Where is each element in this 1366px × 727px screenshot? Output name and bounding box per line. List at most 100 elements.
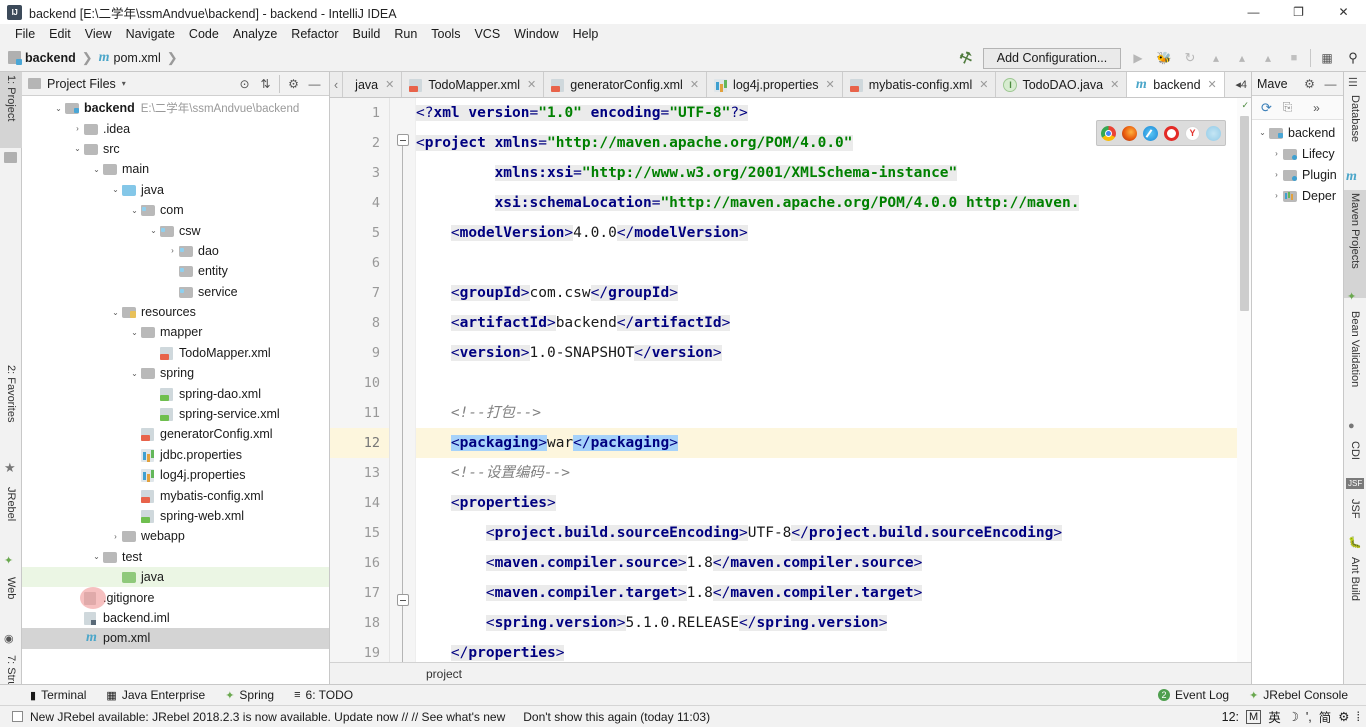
close-icon[interactable]: ✕ xyxy=(1110,78,1119,91)
code-line[interactable] xyxy=(416,368,1237,398)
tree-item-spring[interactable]: ⌄ spring xyxy=(22,363,329,383)
tree-item-src[interactable]: ⌄ src xyxy=(22,139,329,159)
chevron-down-icon[interactable]: ⌄ xyxy=(90,165,103,174)
opera-icon[interactable] xyxy=(1164,125,1179,141)
chrome-icon[interactable] xyxy=(1101,125,1116,141)
flatten-packages-icon[interactable]: ⇅ xyxy=(255,74,276,94)
close-icon[interactable]: ✕ xyxy=(690,78,699,91)
code-line[interactable]: xmlns:xsi="http://www.w3.org/2001/XMLSch… xyxy=(416,158,1237,188)
tab-todomapper-xml[interactable]: TodoMapper.xml ✕ xyxy=(402,72,545,97)
menu-view[interactable]: View xyxy=(78,26,119,42)
dismiss-notification-link[interactable]: Don't show this again (today 11:03) xyxy=(523,710,710,724)
hide-panel-icon[interactable]: — xyxy=(304,74,325,94)
tab-tododao-java[interactable]: I TodoDAO.java ✕ xyxy=(996,72,1128,97)
maven-tree-item-backend[interactable]: ⌄ backend xyxy=(1252,122,1343,143)
ime-simplified-icon[interactable]: 简 xyxy=(1319,707,1332,726)
statusbar-todo[interactable]: ≡ 6: TODO xyxy=(284,688,363,702)
fold-toggle-project[interactable] xyxy=(397,134,409,146)
sidebar-item-cdi[interactable]: CDI xyxy=(1344,438,1366,472)
menu-edit[interactable]: Edit xyxy=(42,26,78,42)
tree-item-backend[interactable]: ⌄ backend E:\二学年\ssmAndvue\backend xyxy=(22,98,329,118)
tree-item--gitignore[interactable]: .gitignore xyxy=(22,586,329,609)
ime-language-indicator[interactable]: 英 xyxy=(1268,707,1281,726)
tree-item-csw[interactable]: ⌄ csw xyxy=(22,220,329,240)
tree-item-entity[interactable]: entity xyxy=(22,261,329,281)
close-icon[interactable]: ✕ xyxy=(385,78,394,91)
ime-more-icon[interactable]: ⁞ xyxy=(1357,710,1360,724)
code-line[interactable] xyxy=(416,248,1237,278)
maven-tree-item-lifecy[interactable]: › Lifecy xyxy=(1252,143,1343,164)
tab-overflow[interactable]: ◂ 4 xyxy=(1231,72,1251,97)
tree-item-spring-dao-xml[interactable]: spring-dao.xml xyxy=(22,383,329,403)
editor-breadcrumb-project[interactable]: project xyxy=(426,667,462,681)
ie-icon[interactable] xyxy=(1206,125,1221,141)
chevron-right-icon[interactable]: › xyxy=(109,532,122,541)
menu-tools[interactable]: Tools xyxy=(424,26,467,42)
statusbar-spring[interactable]: ✦ Spring xyxy=(215,688,284,702)
tree-item-mapper[interactable]: ⌄ mapper xyxy=(22,322,329,342)
hammer-icon[interactable]: ⚒ xyxy=(950,42,983,73)
chevron-right-icon[interactable]: › xyxy=(71,124,84,133)
ime-mode-indicator[interactable]: M xyxy=(1246,709,1262,724)
sidebar-item-ant-build[interactable]: Ant Build xyxy=(1344,554,1366,626)
gear-icon[interactable]: ⚙ xyxy=(283,74,304,94)
code-line[interactable]: <spring.version>5.1.0.RELEASE</spring.ve… xyxy=(416,608,1237,638)
chevron-down-icon[interactable]: ▾ xyxy=(122,79,126,88)
menu-file[interactable]: File xyxy=(8,26,42,42)
more-actions-icon[interactable]: » xyxy=(1306,98,1327,118)
code-line[interactable]: <artifactId>backend</artifactId> xyxy=(416,308,1237,338)
tree-item-log4j-properties[interactable]: log4j.properties xyxy=(22,465,329,485)
code-content[interactable]: <?xml version="1.0" encoding="UTF-8"?> <p… xyxy=(416,98,1237,684)
tree-item-todomapper-xml[interactable]: TodoMapper.xml xyxy=(22,343,329,363)
breadcrumb-file[interactable]: pom.xml xyxy=(114,51,161,65)
chevron-down-icon[interactable]: ⌄ xyxy=(128,369,141,378)
refresh-icon[interactable]: ⟳ xyxy=(1256,98,1277,118)
chevron-down-icon[interactable]: ⌄ xyxy=(71,144,84,153)
code-line[interactable]: <packaging>war</packaging> xyxy=(416,428,1237,458)
code-line[interactable]: <!--打包--> xyxy=(416,398,1237,428)
tab-java[interactable]: java ✕ xyxy=(343,72,403,97)
code-line[interactable]: <properties> xyxy=(416,488,1237,518)
code-line[interactable]: <!--设置编码--> xyxy=(416,458,1237,488)
chevron-down-icon[interactable]: ⌄ xyxy=(147,226,160,235)
menu-vcs[interactable]: VCS xyxy=(467,26,507,42)
close-button[interactable]: ✕ xyxy=(1321,0,1366,24)
editor-vertical-scrollbar[interactable]: ✓ ▾ xyxy=(1237,98,1251,684)
code-line[interactable]: <modelVersion>4.0.0</modelVersion> xyxy=(416,218,1237,248)
chevron-right-icon[interactable]: › xyxy=(1270,149,1283,158)
rerun-icon[interactable]: ↻ xyxy=(1177,46,1203,70)
minimize-button[interactable]: — xyxy=(1231,0,1276,24)
chevron-down-icon[interactable]: ⌄ xyxy=(128,206,141,215)
gear-icon[interactable]: ⚙ xyxy=(1299,74,1320,94)
code-line[interactable]: xsi:schemaLocation="http://maven.apache.… xyxy=(416,188,1237,218)
sidebar-item-jrebel[interactable]: JRebel xyxy=(0,484,22,550)
code-line[interactable]: <project.build.sourceEncoding>UTF-8</pro… xyxy=(416,518,1237,548)
tree-item-spring-service-xml[interactable]: spring-service.xml xyxy=(22,404,329,424)
search-icon[interactable]: ⚲ xyxy=(1340,46,1366,70)
statusbar-event-log[interactable]: 2 Event Log xyxy=(1148,688,1239,702)
tab-generatorconfig-xml[interactable]: generatorConfig.xml ✕ xyxy=(544,72,708,97)
fold-toggle-properties[interactable] xyxy=(397,594,409,606)
stop-icon[interactable]: ■ xyxy=(1281,46,1307,70)
caret-position[interactable]: 12: xyxy=(1222,710,1239,724)
code-line[interactable]: <maven.compiler.source>1.8</maven.compil… xyxy=(416,548,1237,578)
chevron-down-icon[interactable]: ⌄ xyxy=(1256,128,1269,137)
menu-help[interactable]: Help xyxy=(566,26,606,42)
tree-item-test[interactable]: ⌄ test xyxy=(22,547,329,567)
close-icon[interactable]: ✕ xyxy=(826,78,835,91)
statusbar-java-enterprise[interactable]: ▦ Java Enterprise xyxy=(96,688,215,702)
ime-moon-icon[interactable]: ☽ xyxy=(1288,709,1299,724)
tree-item-webapp[interactable]: › webapp xyxy=(22,526,329,546)
tree-item-resources[interactable]: ⌄ resources xyxy=(22,302,329,322)
tree-item-main[interactable]: ⌄ main xyxy=(22,159,329,179)
chevron-down-icon[interactable]: ⌄ xyxy=(52,104,65,113)
tree-item-java[interactable]: java xyxy=(22,566,329,588)
project-file-tree[interactable]: ⌄ backend E:\二学年\ssmAndvue\backend › .idea ⌄ s… xyxy=(22,96,329,684)
tree-item-com[interactable]: ⌄ com xyxy=(22,200,329,220)
tab-scroll-left[interactable]: ‹ xyxy=(330,72,344,97)
menu-analyze[interactable]: Analyze xyxy=(226,26,284,42)
collapse-all-icon[interactable]: ⊙ xyxy=(234,74,255,94)
sidebar-item-project[interactable]: 1: Project xyxy=(0,72,22,148)
chevron-right-icon[interactable]: › xyxy=(1270,170,1283,179)
download-sources-icon[interactable]: ⎘ xyxy=(1277,98,1298,118)
